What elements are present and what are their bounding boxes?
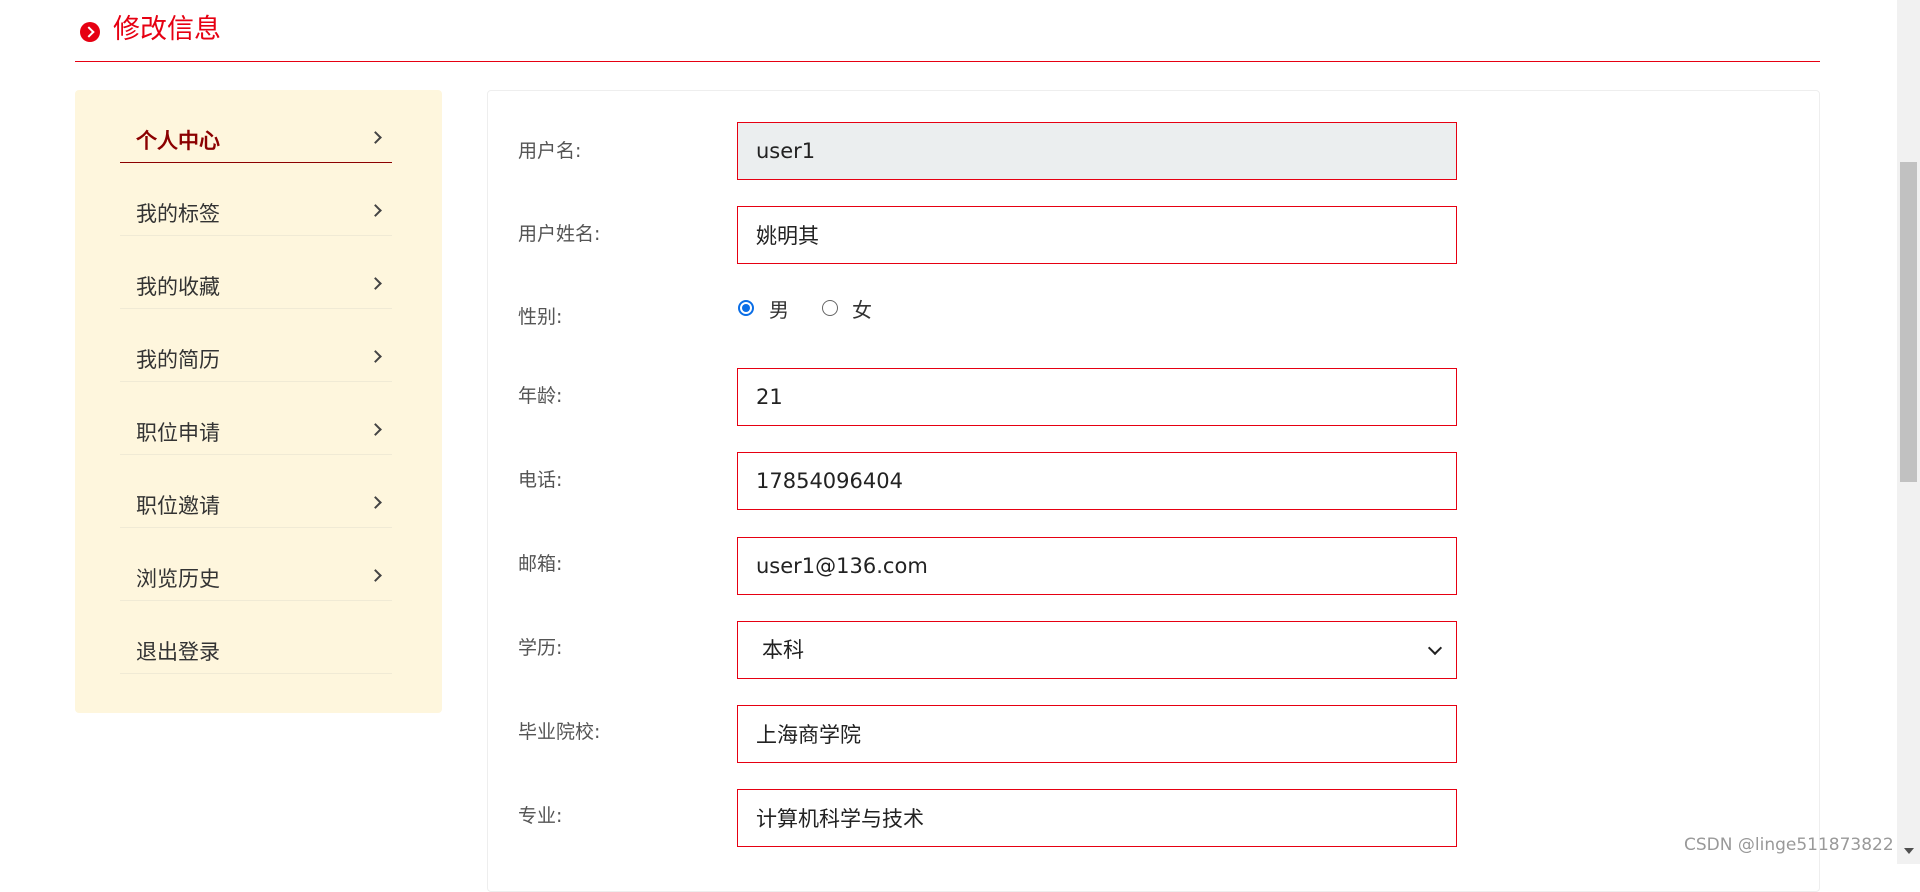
chevron-right-icon <box>369 350 382 363</box>
vertical-scrollbar[interactable] <box>1897 0 1920 864</box>
chevron-right-icon <box>369 277 382 290</box>
email-field[interactable] <box>737 537 1457 595</box>
age-label: 年龄: <box>518 385 563 407</box>
sidebar-item-label: 我的简历 <box>136 348 220 372</box>
education-label: 学历: <box>518 637 563 659</box>
chevron-down-icon <box>1427 640 1443 656</box>
education-select[interactable]: 本科 <box>737 621 1457 679</box>
sidebar: 个人中心 我的标签 我的收藏 我的简历 职位申请 职位邀请 浏览历史 退出登录 <box>75 90 442 713</box>
fullname-field[interactable] <box>737 206 1457 264</box>
education-select-value: 本科 <box>762 638 804 662</box>
circle-arrow-right-icon <box>80 22 100 42</box>
sidebar-item-browsing-history[interactable]: 浏览历史 <box>120 528 392 601</box>
sidebar-item-job-invitations[interactable]: 职位邀请 <box>120 455 392 528</box>
page-title: 修改信息 <box>113 14 221 45</box>
sidebar-item-personal-center[interactable]: 个人中心 <box>120 90 392 163</box>
sidebar-item-label: 退出登录 <box>136 640 220 664</box>
fullname-label: 用户姓名: <box>518 223 601 245</box>
username-label: 用户名: <box>518 140 582 162</box>
sidebar-item-job-applications[interactable]: 职位申请 <box>120 382 392 455</box>
page-header: 修改信息 <box>75 0 1820 62</box>
chevron-right-icon <box>369 569 382 582</box>
major-label: 专业: <box>518 805 563 827</box>
sidebar-item-my-favorites[interactable]: 我的收藏 <box>120 236 392 309</box>
sidebar-item-label: 个人中心 <box>136 129 220 153</box>
school-field[interactable] <box>737 705 1457 763</box>
sidebar-item-label: 我的标签 <box>136 202 220 226</box>
scroll-down-arrow-icon[interactable] <box>1904 848 1914 854</box>
username-field[interactable] <box>737 122 1457 180</box>
chevron-right-icon <box>369 131 382 144</box>
phone-field[interactable] <box>737 452 1457 510</box>
major-field[interactable] <box>737 789 1457 847</box>
gender-female-radio[interactable] <box>822 300 838 316</box>
chevron-right-icon <box>369 204 382 217</box>
sidebar-item-my-tags[interactable]: 我的标签 <box>120 163 392 236</box>
email-label: 邮箱: <box>518 553 563 575</box>
gender-male-radio[interactable] <box>738 300 754 316</box>
gender-label: 性别: <box>518 306 563 328</box>
phone-label: 电话: <box>518 469 563 491</box>
chevron-right-icon <box>369 496 382 509</box>
sidebar-item-label: 我的收藏 <box>136 275 220 299</box>
school-label: 毕业院校: <box>518 721 601 743</box>
sidebar-item-label: 职位邀请 <box>136 494 220 518</box>
sidebar-item-label: 职位申请 <box>136 421 220 445</box>
sidebar-item-label: 浏览历史 <box>136 567 220 591</box>
scrollbar-thumb[interactable] <box>1900 162 1917 482</box>
chevron-right-icon <box>369 423 382 436</box>
sidebar-item-logout[interactable]: 退出登录 <box>120 601 392 674</box>
age-field[interactable] <box>737 368 1457 426</box>
gender-female-label: 女 <box>852 298 872 322</box>
gender-male-label: 男 <box>769 298 789 322</box>
watermark: CSDN @linge511873822 <box>1684 835 1894 855</box>
sidebar-item-my-resume[interactable]: 我的简历 <box>120 309 392 382</box>
